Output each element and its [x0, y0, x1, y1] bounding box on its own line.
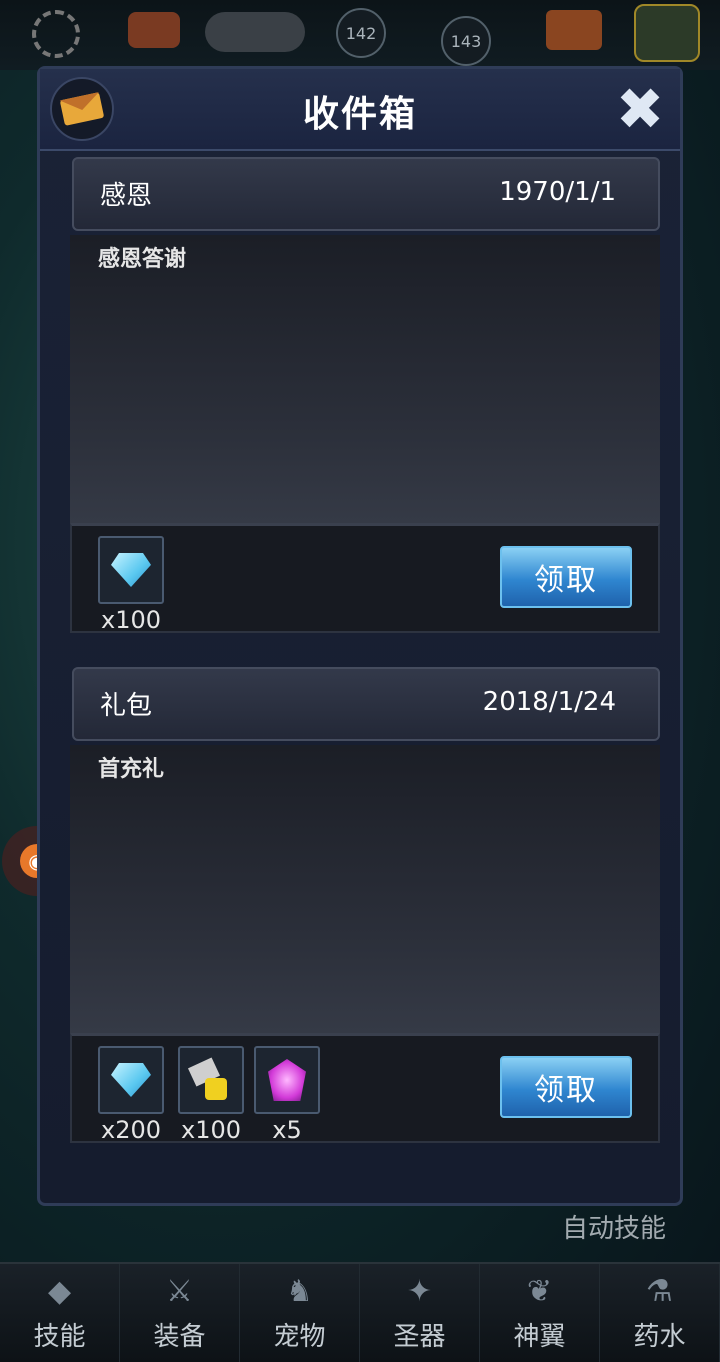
mail-header: 礼包 2018/1/24	[72, 667, 660, 741]
nav-label: 神翼	[513, 1322, 566, 1352]
reward-quantity: x100	[100, 606, 161, 634]
sword-icon: ⚔	[166, 1274, 193, 1309]
skill-icon: ◆	[47, 1274, 72, 1309]
nav-label: 装备	[153, 1322, 206, 1352]
reward-item[interactable]: x5	[254, 1046, 320, 1144]
diamond-icon	[98, 536, 164, 604]
reward-quantity: x5	[272, 1116, 302, 1144]
level-badge[interactable]: 142	[336, 8, 386, 58]
mail-subject: 礼包	[100, 691, 153, 721]
nav-label: 技能	[33, 1322, 86, 1352]
potion-icon: ⚗	[646, 1274, 673, 1309]
top-hud: 142 143	[0, 0, 720, 70]
dialog-header: 收件箱 ✖	[40, 69, 680, 151]
mail-date: 1970/1/1	[499, 177, 616, 207]
reward-item[interactable]: x100	[98, 536, 164, 634]
mail-date: 2018/1/24	[482, 687, 616, 717]
reward-item[interactable]: x100	[178, 1046, 244, 1144]
purple-gem-icon	[254, 1046, 320, 1114]
auto-skill-label[interactable]: 自动技能	[562, 1208, 666, 1245]
reward-quantity: x100	[180, 1116, 241, 1144]
reward-quantity: x200	[100, 1116, 161, 1144]
nav-item-wings[interactable]: ❦ 神翼	[480, 1264, 600, 1362]
settings-gear-icon[interactable]	[32, 10, 80, 58]
mail-body	[70, 745, 660, 1033]
mail-rewards: x100 领取	[70, 523, 660, 634]
dialog-title: 收件箱	[302, 94, 417, 135]
diamond-icon	[98, 1046, 164, 1114]
nav-item-equipment[interactable]: ⚔ 装备	[120, 1264, 240, 1362]
mail-rewards: x200 x100 x5 领取	[70, 1033, 660, 1144]
claim-button[interactable]: 领取	[500, 1056, 632, 1118]
nav-item-potion[interactable]: ⚗ 药水	[600, 1264, 720, 1362]
artifact-icon: ✦	[406, 1274, 433, 1309]
mail-body-text: 首充礼	[98, 757, 165, 782]
level-badge[interactable]: 143	[441, 16, 491, 66]
bottom-nav: ◆ 技能 ⚔ 装备 ♞ 宠物 ✦ 圣器 ❦ 神翼 ⚗ 药水	[0, 1262, 720, 1362]
treasure-chest-icon[interactable]	[634, 4, 700, 62]
wings-icon: ❦	[526, 1274, 553, 1309]
mail-icon[interactable]	[546, 10, 602, 50]
nav-label: 宠物	[273, 1322, 326, 1352]
puzzle-piece-icon	[178, 1046, 244, 1114]
reward-item[interactable]: x200	[98, 1046, 164, 1144]
mail-body-text: 感恩答谢	[98, 247, 187, 272]
nav-item-artifact[interactable]: ✦ 圣器	[360, 1264, 480, 1362]
mail-item: 礼包 2018/1/24 首充礼 x200 x100 x5 领取	[68, 667, 660, 1147]
nav-label: 圣器	[393, 1322, 446, 1352]
inbox-dialog: 收件箱 ✖ 感恩 1970/1/1 感恩答谢 x100 领取 礼包 2018/1…	[37, 66, 683, 1206]
nav-label: 药水	[633, 1322, 686, 1352]
boss-emblem-icon[interactable]	[205, 12, 305, 52]
mail-item: 感恩 1970/1/1 感恩答谢 x100 领取	[68, 157, 660, 637]
mail-body	[70, 235, 660, 523]
pet-icon: ♞	[286, 1274, 313, 1309]
mail-header: 感恩 1970/1/1	[72, 157, 660, 231]
claim-button[interactable]: 领取	[500, 546, 632, 608]
event-icon[interactable]	[128, 12, 180, 48]
mail-list[interactable]: 感恩 1970/1/1 感恩答谢 x100 领取 礼包 2018/1/24 首充…	[68, 157, 660, 1177]
nav-item-pet[interactable]: ♞ 宠物	[240, 1264, 360, 1362]
nav-item-skill[interactable]: ◆ 技能	[0, 1264, 120, 1362]
mail-subject: 感恩	[100, 181, 153, 211]
close-button[interactable]: ✖	[612, 80, 668, 139]
